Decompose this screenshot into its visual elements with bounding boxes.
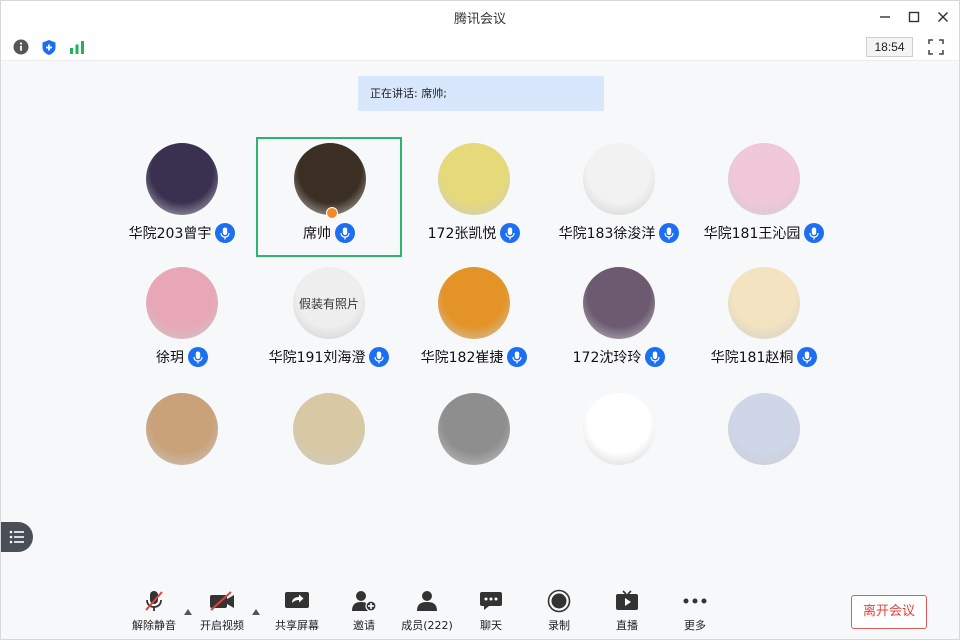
participant-name-row: 席帅 bbox=[258, 223, 400, 243]
video-off-icon bbox=[208, 589, 236, 613]
avatar bbox=[438, 267, 510, 339]
security-shield-icon[interactable] bbox=[40, 38, 58, 56]
more-button[interactable]: 更多 bbox=[665, 589, 725, 637]
mic-icon bbox=[645, 347, 666, 367]
window-title: 腾讯会议 bbox=[453, 12, 506, 27]
participant-name-row: 华院183徐浚洋 bbox=[546, 223, 692, 243]
participant-name-row: 华院181王沁园 bbox=[691, 223, 837, 243]
mic-icon bbox=[804, 223, 825, 243]
unmute-button[interactable]: 解除静音 bbox=[124, 589, 184, 637]
participant-tile[interactable]: 华院203曾宇 bbox=[109, 137, 255, 257]
speaking-indicator: 正在讲话: 席帅; bbox=[358, 76, 604, 111]
participant-tile[interactable]: 徐玥 bbox=[109, 261, 255, 381]
minimize-icon[interactable] bbox=[873, 7, 897, 27]
participant-tile[interactable]: 172张凯悦 bbox=[401, 137, 547, 257]
mic-icon bbox=[659, 223, 680, 243]
participant-name: 华院183徐浚洋 bbox=[558, 226, 656, 242]
close-icon[interactable] bbox=[931, 7, 955, 27]
record-button[interactable]: 录制 bbox=[529, 589, 589, 637]
participant-name: 华院182崔捷 bbox=[420, 350, 504, 366]
maximize-icon[interactable] bbox=[902, 7, 926, 27]
invite-button[interactable]: 邀请 bbox=[334, 589, 394, 637]
mic-icon bbox=[797, 347, 818, 367]
info-icon[interactable] bbox=[12, 38, 30, 56]
record-icon bbox=[545, 589, 573, 613]
mic-icon bbox=[215, 223, 236, 243]
more-icon bbox=[681, 589, 709, 613]
participant-tile[interactable] bbox=[546, 387, 692, 507]
participant-name-row: 172张凯悦 bbox=[401, 223, 547, 243]
participant-tile[interactable] bbox=[109, 387, 255, 507]
mic-icon bbox=[335, 223, 355, 243]
participant-name: 172张凯悦 bbox=[427, 226, 497, 242]
live-button[interactable]: 直播 bbox=[597, 589, 657, 637]
participant-name: 华院203曾宇 bbox=[128, 226, 212, 242]
avatar bbox=[294, 143, 366, 215]
meeting-toolbar: 解除静音 开启视频 共享屏幕 邀请 成员(222) 聊天 录制 直播 更多 bbox=[1, 583, 959, 639]
participant-tile[interactable] bbox=[256, 387, 402, 507]
avatar bbox=[438, 393, 510, 465]
participant-name-row: 华院181赵桐 bbox=[691, 347, 837, 367]
mic-icon bbox=[369, 347, 390, 367]
meeting-window: 腾讯会议 18:54 正在讲话: 席帅; 华院203曾宇 席帅 172张凯悦 华… bbox=[0, 0, 960, 640]
participant-tile[interactable]: 席帅 bbox=[256, 137, 402, 257]
avatar-placeholder-text: 假装有照片 bbox=[298, 296, 359, 311]
start-video-button[interactable]: 开启视频 bbox=[192, 589, 252, 637]
add-user-icon bbox=[350, 589, 378, 613]
meeting-info-bar: 18:54 bbox=[1, 33, 959, 61]
participant-tile[interactable]: 172沈玲玲 bbox=[546, 261, 692, 381]
participant-name: 华院181王沁园 bbox=[703, 226, 801, 242]
participant-list-toggle[interactable] bbox=[1, 522, 33, 552]
participant-name-row: 华院182崔捷 bbox=[401, 347, 547, 367]
participant-tile[interactable] bbox=[691, 387, 837, 507]
avatar bbox=[146, 143, 218, 215]
participant-name-row: 徐玥 bbox=[109, 347, 255, 367]
video-options-caret[interactable] bbox=[251, 601, 261, 615]
members-button[interactable]: 成员(222) bbox=[397, 589, 457, 637]
signal-strength-icon[interactable] bbox=[68, 38, 86, 56]
participant-name-row: 华院203曾宇 bbox=[109, 223, 255, 243]
avatar bbox=[293, 393, 365, 465]
avatar bbox=[728, 267, 800, 339]
avatar bbox=[728, 143, 800, 215]
live-stream-icon bbox=[613, 589, 641, 613]
participant-name-row: 172沈玲玲 bbox=[546, 347, 692, 367]
avatar bbox=[146, 267, 218, 339]
members-icon bbox=[413, 589, 441, 613]
avatar: 假装有照片 bbox=[293, 267, 365, 339]
participant-tile[interactable]: 华院183徐浚洋 bbox=[546, 137, 692, 257]
avatar bbox=[583, 143, 655, 215]
leave-meeting-button[interactable]: 离开会议 bbox=[851, 595, 927, 629]
avatar bbox=[583, 267, 655, 339]
chat-icon bbox=[477, 589, 505, 613]
participant-name-row: 华院191刘海澄 bbox=[256, 347, 402, 367]
avatar bbox=[728, 393, 800, 465]
fullscreen-icon[interactable] bbox=[927, 38, 945, 56]
mic-icon bbox=[188, 347, 208, 367]
mic-muted-icon bbox=[140, 589, 168, 613]
meeting-clock: 18:54 bbox=[866, 37, 913, 57]
avatar bbox=[438, 143, 510, 215]
participant-tile[interactable]: 华院181赵桐 bbox=[691, 261, 837, 381]
participant-tile[interactable]: 华院181王沁园 bbox=[691, 137, 837, 257]
participant-name: 172沈玲玲 bbox=[572, 350, 642, 366]
participant-tile[interactable]: 假装有照片华院191刘海澄 bbox=[256, 261, 402, 381]
share-screen-icon bbox=[283, 589, 311, 613]
participant-name: 华院181赵桐 bbox=[710, 350, 794, 366]
mic-icon bbox=[507, 347, 528, 367]
participant-tile[interactable] bbox=[401, 387, 547, 507]
participant-tile[interactable]: 华院182崔捷 bbox=[401, 261, 547, 381]
chat-button[interactable]: 聊天 bbox=[461, 589, 521, 637]
avatar bbox=[583, 393, 655, 465]
participant-name: 徐玥 bbox=[156, 350, 184, 366]
participant-name: 华院191刘海澄 bbox=[268, 350, 366, 366]
host-badge-icon bbox=[326, 207, 338, 219]
list-icon bbox=[9, 530, 24, 544]
mic-icon bbox=[500, 223, 521, 243]
avatar bbox=[146, 393, 218, 465]
title-bar: 腾讯会议 bbox=[1, 1, 959, 33]
participant-name: 席帅 bbox=[303, 226, 331, 242]
share-screen-button[interactable]: 共享屏幕 bbox=[267, 589, 327, 637]
